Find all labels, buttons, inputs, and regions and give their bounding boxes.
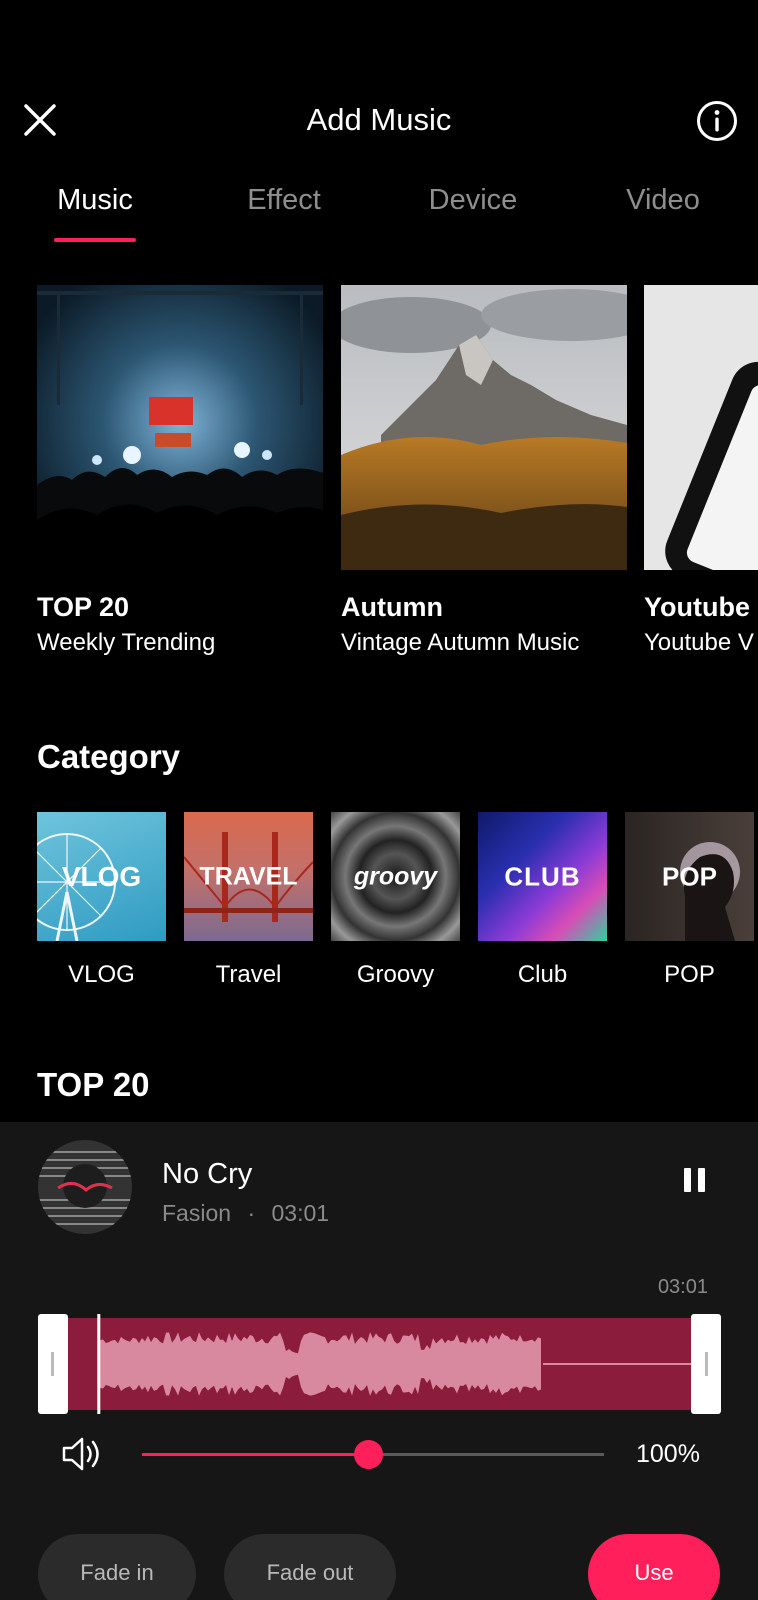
waveform-trimmer[interactable]	[38, 1306, 721, 1422]
category-vlog[interactable]: VLOG VLOG	[37, 812, 166, 989]
volume-button[interactable]	[60, 1434, 106, 1474]
track-artist: Fasion	[162, 1200, 232, 1226]
top20-heading: TOP 20	[37, 1066, 150, 1103]
travel-tile: TRAVEL	[184, 812, 313, 941]
featured-carousel: TOP 20 Weekly Trending Autumn Vintage Au…	[37, 285, 758, 665]
tab-bar: Music Effect Device Video	[0, 184, 758, 244]
featured-card-top20[interactable]: TOP 20 Weekly Trending	[37, 285, 323, 657]
category-label: VLOG	[68, 961, 135, 988]
vlog-tile: VLOG	[37, 812, 166, 941]
trim-end-time: 03:01	[657, 1276, 708, 1298]
concert-image	[37, 285, 323, 570]
tile-text: POP	[662, 861, 717, 891]
info-button[interactable]	[696, 100, 738, 142]
category-label: Travel	[215, 961, 282, 988]
club-tile: CLUB	[478, 812, 607, 941]
category-heading: Category	[37, 738, 181, 775]
playhead[interactable]	[97, 1306, 101, 1422]
album-art	[38, 1140, 132, 1234]
featured-subtitle: Weekly Trending	[37, 629, 216, 656]
tab-device[interactable]: Device	[429, 184, 518, 217]
tile-text: groovy	[353, 862, 438, 890]
tab-video[interactable]: Video	[626, 184, 700, 217]
tile-text: VLOG	[61, 860, 142, 892]
featured-title: TOP 20	[37, 592, 130, 622]
featured-card-youtube[interactable]: Youtube Youtube V	[644, 285, 758, 657]
info-icon	[697, 101, 737, 141]
track-title: No Cry	[162, 1158, 253, 1190]
music-player-panel: No Cry Fasion · 03:01 03:01 100% Fade in…	[0, 1122, 758, 1600]
header: Add Music	[0, 0, 758, 180]
volume-percent: 100%	[636, 1440, 700, 1468]
featured-card-autumn[interactable]: Autumn Vintage Autumn Music	[341, 285, 627, 657]
featured-title: Autumn	[341, 592, 443, 622]
use-button[interactable]: Use	[588, 1534, 720, 1600]
groovy-tile: groovy	[331, 812, 460, 941]
mountain-image	[341, 285, 627, 570]
volume-thumb[interactable]	[354, 1440, 384, 1469]
category-groovy[interactable]: groovy Groovy	[331, 812, 460, 989]
volume-slider[interactable]	[142, 1440, 604, 1469]
category-pop[interactable]: POP POP	[625, 812, 754, 989]
featured-subtitle: Youtube V	[644, 629, 754, 656]
pop-tile: POP	[625, 812, 754, 941]
category-list: VLOG VLOG TRAVEL Travel groovy Groovy CL…	[37, 812, 758, 1002]
tile-text: CLUB	[504, 861, 581, 891]
tab-effect[interactable]: Effect	[247, 184, 321, 217]
featured-subtitle: Vintage Autumn Music	[341, 629, 580, 656]
tile-text: TRAVEL	[199, 862, 298, 890]
category-club[interactable]: CLUB Club	[478, 812, 607, 989]
tab-music[interactable]: Music	[57, 184, 133, 217]
speaker-icon	[62, 1437, 99, 1471]
volume-fill	[142, 1453, 369, 1456]
category-label: Club	[517, 961, 568, 988]
track-meta: Fasion · 03:01	[162, 1200, 329, 1227]
pause-button[interactable]	[680, 1162, 710, 1198]
fade-out-button[interactable]: Fade out	[224, 1534, 396, 1600]
page-title: Add Music	[306, 102, 452, 137]
featured-title: Youtube	[644, 592, 750, 622]
fade-in-button[interactable]: Fade in	[38, 1534, 196, 1600]
pause-icon	[684, 1168, 705, 1192]
meta-separator: ·	[247, 1200, 256, 1226]
category-label: Groovy	[356, 961, 435, 988]
category-travel[interactable]: TRAVEL Travel	[184, 812, 313, 989]
track-duration: 03:01	[271, 1200, 330, 1226]
phone-image	[644, 285, 758, 570]
category-label: POP	[664, 961, 715, 988]
active-tab-indicator	[54, 238, 136, 242]
